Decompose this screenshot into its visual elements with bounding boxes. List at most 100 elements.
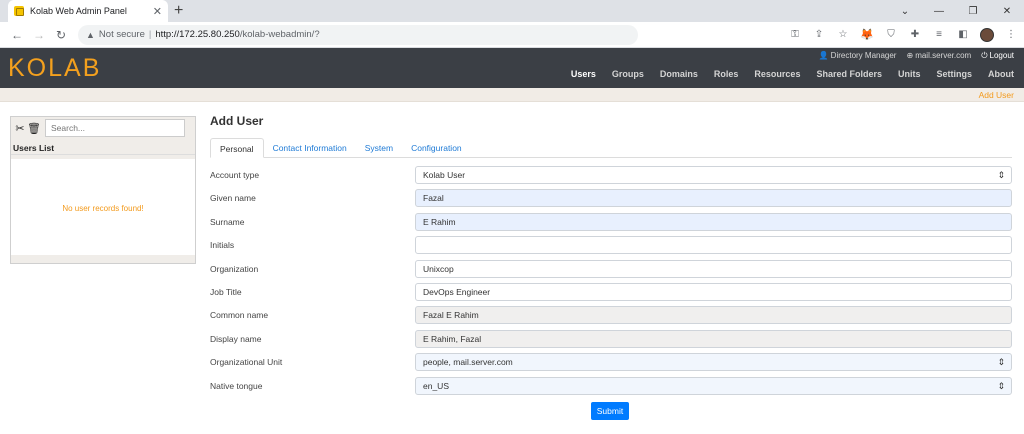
- star-icon[interactable]: ☆: [836, 28, 850, 42]
- kolab-favicon-icon: [14, 6, 24, 16]
- url-text: http://172.25.80.250/kolab-webadmin/?: [155, 29, 319, 40]
- main-nav: Users Groups Domains Roles Resources Sha…: [555, 69, 1014, 79]
- server-label: mail.server.com: [915, 51, 972, 60]
- organizational-unit-select[interactable]: people, mail.server.com: [415, 353, 1012, 372]
- page-title: Add User: [210, 114, 264, 128]
- back-icon[interactable]: ←: [6, 28, 28, 42]
- nav-about[interactable]: About: [988, 69, 1014, 79]
- address-bar[interactable]: ▲ Not secure | http://172.25.80.250/kola…: [78, 24, 638, 45]
- common-name-input: Fazal E Rahim: [415, 306, 1012, 325]
- puzzle-icon[interactable]: ✚: [908, 28, 922, 42]
- key-icon[interactable]: ⚿: [788, 28, 802, 42]
- organization-input[interactable]: Unixcop: [415, 259, 1012, 278]
- tab-personal[interactable]: Personal: [210, 138, 264, 158]
- browser-tab[interactable]: Kolab Web Admin Panel ✕: [8, 0, 168, 22]
- tab-title: Kolab Web Admin Panel: [30, 6, 127, 16]
- nav-domains[interactable]: Domains: [660, 69, 698, 79]
- field-label: Native tongue: [210, 380, 263, 391]
- not-secure-label: Not secure: [98, 29, 145, 40]
- nav-shared-folders[interactable]: Shared Folders: [816, 69, 882, 79]
- native-tongue-select[interactable]: en_US: [415, 376, 1012, 395]
- tools-icon[interactable]: ✂: [13, 122, 27, 135]
- profile-avatar[interactable]: [980, 27, 994, 42]
- window-controls: ⌄ — ❐ ✕: [888, 0, 1024, 22]
- server-name: ⊕ mail.server.com: [906, 51, 971, 61]
- tab-contact-information[interactable]: Contact Information: [264, 138, 356, 157]
- account-type-select[interactable]: Kolab User: [415, 166, 1012, 184]
- field-label: Display name: [210, 333, 262, 344]
- field-label: Job Title: [210, 286, 242, 297]
- row-job-title: Job Title DevOps Engineer: [210, 281, 1012, 304]
- warning-icon: ▲: [86, 29, 95, 40]
- user-name: Directory Manager: [830, 51, 897, 60]
- separator: |: [148, 29, 152, 40]
- add-user-form: Add User Personal Contact Information Sy…: [210, 114, 1012, 398]
- share-icon[interactable]: ⇪: [812, 28, 826, 42]
- nav-units[interactable]: Units: [898, 69, 921, 79]
- playlist-icon[interactable]: ≡: [932, 28, 946, 42]
- users-list-title: Users List: [11, 143, 195, 155]
- form-tabs: Personal Contact Information System Conf…: [210, 138, 1012, 158]
- forward-icon[interactable]: →: [28, 28, 50, 42]
- nav-roles[interactable]: Roles: [714, 69, 739, 79]
- new-tab-icon[interactable]: +: [174, 2, 183, 20]
- field-label: Initials: [210, 240, 235, 251]
- tab-configuration[interactable]: Configuration: [402, 138, 471, 157]
- surname-input[interactable]: E Rahim: [415, 212, 1012, 231]
- kolab-logo: KOLAB: [8, 54, 102, 82]
- nav-settings[interactable]: Settings: [936, 69, 972, 79]
- display-name-input: E Rahim, Fazal: [415, 329, 1012, 348]
- tab-system[interactable]: System: [356, 138, 402, 157]
- users-list-toolbar: ✂ 🗑: [11, 117, 195, 139]
- close-window-icon[interactable]: ✕: [990, 0, 1024, 22]
- nav-groups[interactable]: Groups: [612, 69, 644, 79]
- reload-icon[interactable]: ↻: [50, 28, 72, 42]
- field-label: Account type: [210, 170, 260, 180]
- metamask-icon[interactable]: 🦊: [860, 28, 874, 42]
- sidepanel-icon[interactable]: ◧: [956, 28, 970, 42]
- row-native-tongue: Native tongue en_US: [210, 375, 1012, 398]
- url-path: /kolab-webadmin/?: [239, 29, 320, 40]
- directory-manager: 👤 Directory Manager: [819, 51, 897, 61]
- field-label: Organizational Unit: [210, 357, 283, 368]
- search-input[interactable]: [45, 119, 185, 137]
- personal-fields: Account type Kolab User Given name Fazal…: [210, 164, 1012, 398]
- restore-icon[interactable]: ❐: [956, 0, 990, 22]
- row-organization: Organization Unixcop: [210, 258, 1012, 281]
- kolab-header: KOLAB 👤 Directory Manager ⊕ mail.server.co…: [0, 48, 1024, 88]
- row-initials: Initials: [210, 234, 1012, 257]
- trash-icon[interactable]: 🗑: [27, 122, 41, 135]
- user-bar: 👤 Directory Manager ⊕ mail.server.com ⏻ Log…: [819, 51, 1014, 61]
- row-account-type: Account type Kolab User: [210, 164, 1012, 187]
- action-bar: Add User: [0, 88, 1024, 102]
- users-list-body: No user records found!: [11, 159, 195, 255]
- row-organizational-unit: Organizational Unit people, mail.server.…: [210, 351, 1012, 374]
- logout-link[interactable]: ⏻ Logout: [981, 51, 1014, 61]
- browser-tabstrip: Kolab Web Admin Panel ✕ + ⌄ — ❐ ✕: [0, 0, 1024, 22]
- minimize-icon[interactable]: —: [922, 0, 956, 22]
- menu-icon[interactable]: ⋮: [1004, 28, 1018, 42]
- field-label: Given name: [210, 193, 256, 204]
- browser-toolbar: ← → ↻ ▲ Not secure | http://172.25.80.25…: [0, 22, 1024, 48]
- row-display-name: Display name E Rahim, Fazal: [210, 328, 1012, 351]
- field-label: Common name: [210, 310, 269, 321]
- add-user-link[interactable]: Add User: [979, 90, 1014, 100]
- field-label: Surname: [210, 216, 245, 227]
- browser-tool-icons: ⚿ ⇪ ☆ 🦊 ⛉ ✚ ≡ ◧ ⋮: [788, 27, 1018, 42]
- tab-close-icon[interactable]: ✕: [153, 5, 162, 18]
- chevron-down-icon[interactable]: ⌄: [888, 0, 922, 22]
- given-name-input[interactable]: Fazal: [415, 189, 1012, 208]
- user-icon: 👤: [818, 51, 829, 60]
- nav-users[interactable]: Users: [571, 69, 596, 79]
- initials-input[interactable]: [415, 236, 1012, 255]
- field-label: Organization: [210, 263, 259, 274]
- globe-icon: ⊕: [906, 51, 914, 60]
- power-icon: ⏻: [981, 51, 988, 60]
- job-title-input[interactable]: DevOps Engineer: [415, 282, 1012, 301]
- empty-message: No user records found!: [62, 204, 144, 213]
- shield-extension-icon[interactable]: ⛉: [884, 28, 898, 42]
- row-given-name: Given name Fazal: [210, 187, 1012, 210]
- nav-resources[interactable]: Resources: [754, 69, 800, 79]
- row-common-name: Common name Fazal E Rahim: [210, 304, 1012, 327]
- submit-button[interactable]: Submit: [591, 402, 629, 420]
